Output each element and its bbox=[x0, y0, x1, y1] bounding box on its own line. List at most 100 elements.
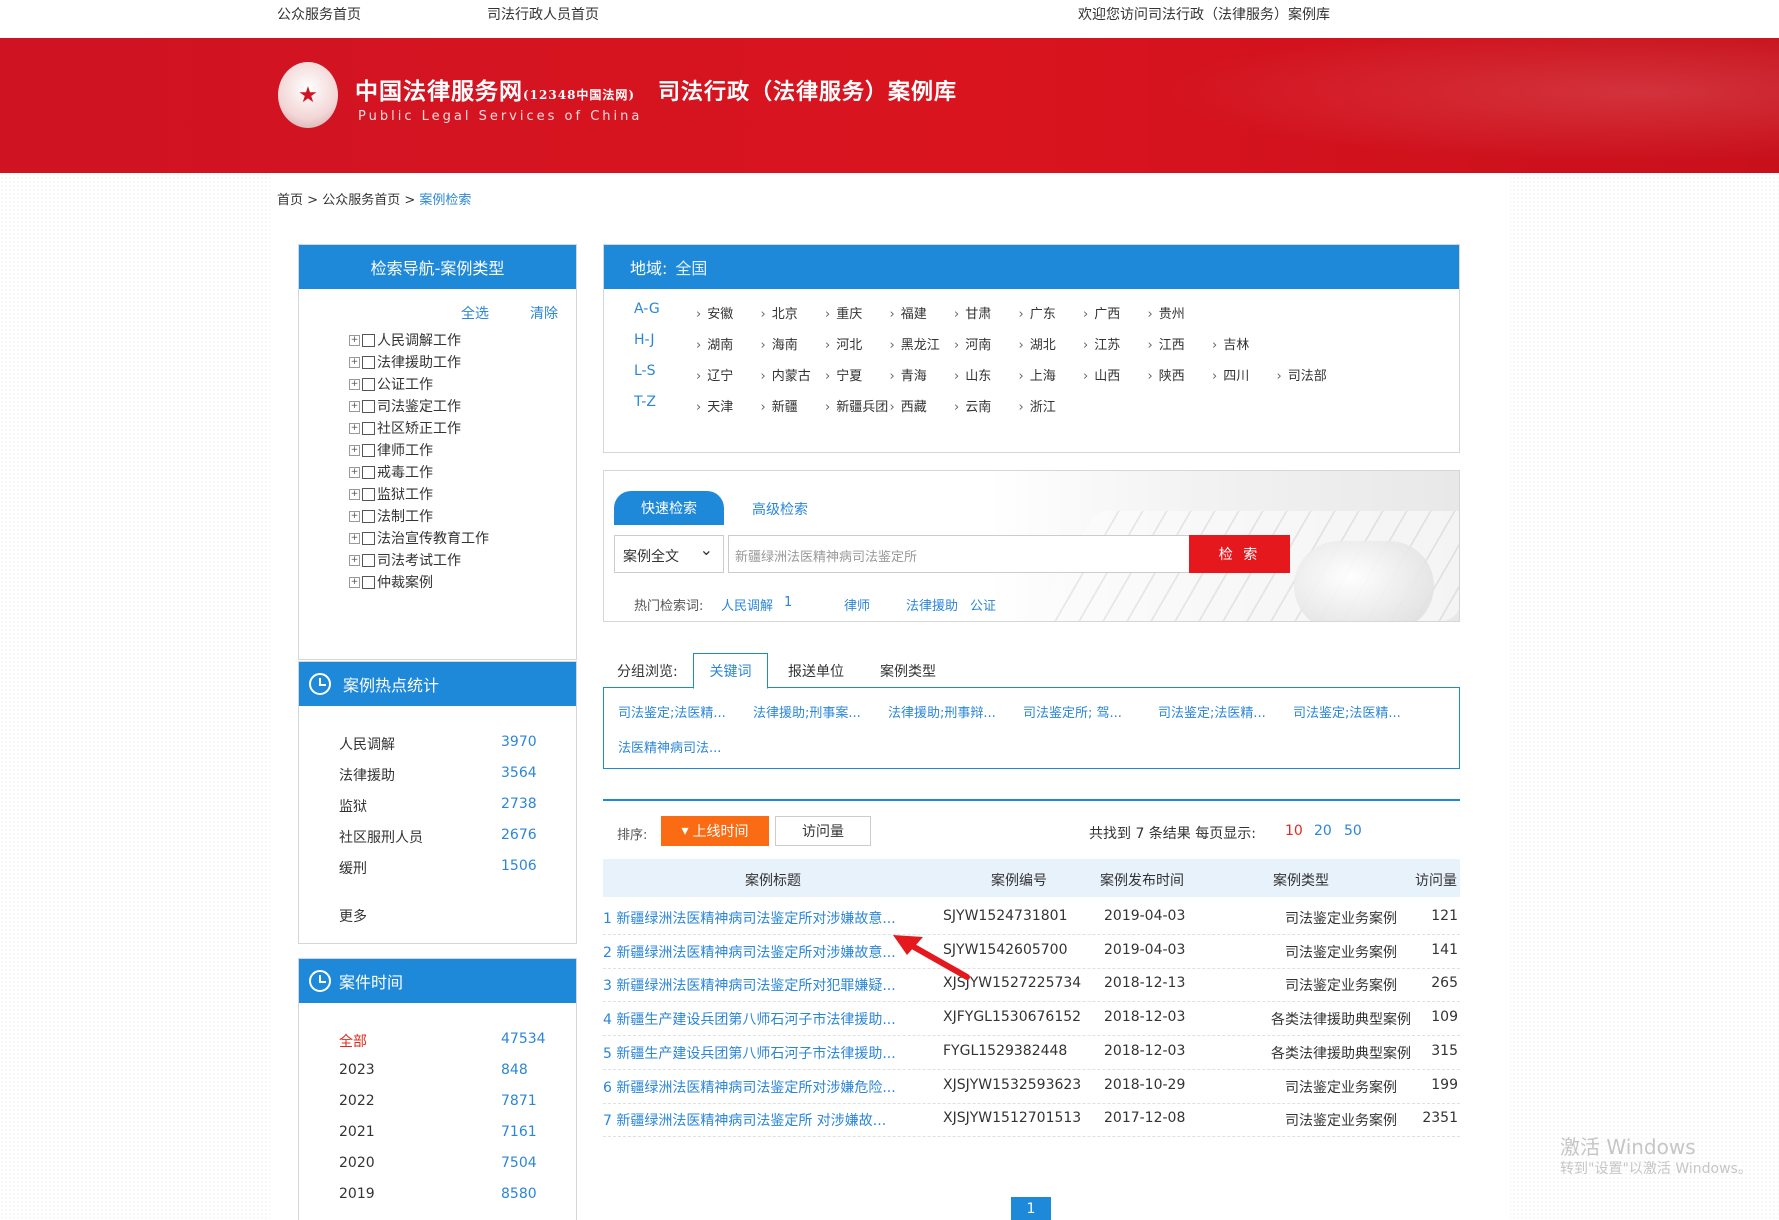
province-link[interactable]: 山西 bbox=[1083, 365, 1120, 384]
province-link[interactable]: 辽宁 bbox=[696, 365, 733, 384]
search-input[interactable]: 新疆绿洲法医精神病司法鉴定所 bbox=[728, 535, 1190, 573]
keyword-link[interactable]: 司法鉴定所; 驾... bbox=[1023, 702, 1122, 721]
tree-item[interactable]: + 仲裁案例 bbox=[349, 572, 433, 592]
tab-keywords[interactable]: 关键词 bbox=[693, 653, 768, 689]
checkbox[interactable] bbox=[362, 487, 375, 501]
tree-item[interactable]: + 法律援助工作 bbox=[349, 352, 461, 372]
province-link[interactable]: 安徽 bbox=[696, 303, 733, 322]
province-link[interactable]: 司法部 bbox=[1277, 365, 1327, 384]
checkbox[interactable] bbox=[362, 443, 375, 457]
expand-icon[interactable]: + bbox=[349, 334, 360, 346]
hot-term[interactable]: 公证 bbox=[970, 595, 996, 614]
site-logo[interactable]: 中国法律服务网(12348中国法网) bbox=[355, 72, 635, 106]
hot-stats-more[interactable]: 更多 bbox=[339, 906, 367, 926]
expand-icon[interactable]: + bbox=[349, 576, 360, 588]
region-group-label[interactable]: T-Z bbox=[634, 394, 656, 410]
keyword-link[interactable]: 法医精神病司法... bbox=[618, 737, 721, 756]
expand-icon[interactable]: + bbox=[349, 400, 360, 412]
province-link[interactable]: 湖南 bbox=[696, 334, 733, 353]
province-link[interactable]: 江西 bbox=[1148, 334, 1185, 353]
staff-home-link[interactable]: 司法行政人员首页 bbox=[487, 4, 599, 24]
province-link[interactable]: 天津 bbox=[696, 396, 733, 415]
hot-term[interactable]: 法律援助 bbox=[906, 595, 958, 614]
checkbox[interactable] bbox=[362, 531, 375, 545]
public-home-link[interactable]: 公众服务首页 bbox=[277, 4, 361, 24]
keyword-link[interactable]: 法律援助;刑事辩... bbox=[888, 702, 996, 721]
tree-item[interactable]: + 戒毒工作 bbox=[349, 462, 433, 482]
tree-item[interactable]: + 法治宣传教育工作 bbox=[349, 528, 489, 548]
province-link[interactable]: 上海 bbox=[1019, 365, 1056, 384]
expand-icon[interactable]: + bbox=[349, 532, 360, 544]
province-link[interactable]: 西藏 bbox=[890, 396, 927, 415]
checkbox[interactable] bbox=[362, 355, 375, 369]
per-page-20[interactable]: 20 bbox=[1314, 823, 1332, 839]
region-group-label[interactable]: A-G bbox=[634, 301, 660, 317]
expand-icon[interactable]: + bbox=[349, 554, 360, 566]
province-link[interactable]: 福建 bbox=[890, 303, 927, 322]
expand-icon[interactable]: + bbox=[349, 488, 360, 500]
keyword-link[interactable]: 司法鉴定;法医精... bbox=[1158, 702, 1266, 721]
checkbox[interactable] bbox=[362, 509, 375, 523]
tree-item[interactable]: + 司法鉴定工作 bbox=[349, 396, 461, 416]
select-all-button[interactable]: 全选 bbox=[461, 303, 489, 323]
expand-icon[interactable]: + bbox=[349, 466, 360, 478]
per-page-10[interactable]: 10 bbox=[1285, 823, 1303, 839]
region-group-label[interactable]: H-J bbox=[634, 332, 655, 348]
province-link[interactable]: 宁夏 bbox=[825, 365, 862, 384]
case-title-link[interactable]: 2 新疆绿洲法医精神病司法鉴定所对涉嫌故意... bbox=[603, 942, 896, 962]
checkbox[interactable] bbox=[362, 377, 375, 391]
province-link[interactable]: 河北 bbox=[825, 334, 862, 353]
tree-item[interactable]: + 律师工作 bbox=[349, 440, 433, 460]
province-link[interactable]: 甘肃 bbox=[954, 303, 991, 322]
region-group-label[interactable]: L-S bbox=[634, 363, 656, 379]
search-scope-select[interactable]: 案例全文 bbox=[614, 535, 724, 573]
clear-button[interactable]: 清除 bbox=[530, 303, 558, 323]
checkbox[interactable] bbox=[362, 553, 375, 567]
province-link[interactable]: 重庆 bbox=[825, 303, 862, 322]
hot-term[interactable]: 律师 bbox=[844, 595, 870, 614]
province-link[interactable]: 海南 bbox=[761, 334, 798, 353]
tab-quick-search[interactable]: 快速检索 bbox=[614, 491, 724, 525]
province-link[interactable]: 浙江 bbox=[1019, 396, 1056, 415]
hot-term[interactable]: 1 bbox=[784, 595, 792, 610]
province-link[interactable]: 青海 bbox=[890, 365, 927, 384]
province-link[interactable]: 四川 bbox=[1212, 365, 1249, 384]
case-title-link[interactable]: 7 新疆绿洲法医精神病司法鉴定所 对涉嫌故... bbox=[603, 1110, 886, 1130]
province-link[interactable]: 江苏 bbox=[1083, 334, 1120, 353]
province-link[interactable]: 广西 bbox=[1083, 303, 1120, 322]
province-link[interactable]: 云南 bbox=[954, 396, 991, 415]
breadcrumb-home[interactable]: 首页 bbox=[277, 193, 303, 208]
checkbox[interactable] bbox=[362, 421, 375, 435]
case-title-link[interactable]: 5 新疆生产建设兵团第八师石河子市法律援助... bbox=[603, 1043, 896, 1063]
tree-item[interactable]: + 司法考试工作 bbox=[349, 550, 461, 570]
tab-advanced-search[interactable]: 高级检索 bbox=[752, 499, 808, 519]
sort-by-visits-button[interactable]: 访问量 bbox=[775, 816, 871, 846]
province-link[interactable]: 广东 bbox=[1019, 303, 1056, 322]
province-link[interactable]: 新疆兵团 bbox=[825, 396, 888, 415]
per-page-50[interactable]: 50 bbox=[1344, 823, 1362, 839]
keyword-link[interactable]: 司法鉴定;法医精... bbox=[1293, 702, 1401, 721]
checkbox[interactable] bbox=[362, 333, 375, 347]
hot-term[interactable]: 人民调解 bbox=[721, 595, 773, 614]
province-link[interactable]: 河南 bbox=[954, 334, 991, 353]
tree-item[interactable]: + 公证工作 bbox=[349, 374, 433, 394]
keyword-link[interactable]: 司法鉴定;法医精... bbox=[618, 702, 726, 721]
province-link[interactable]: 陕西 bbox=[1148, 365, 1185, 384]
province-link[interactable]: 新疆 bbox=[761, 396, 798, 415]
expand-icon[interactable]: + bbox=[349, 444, 360, 456]
expand-icon[interactable]: + bbox=[349, 356, 360, 368]
page-1-button[interactable]: 1 bbox=[1011, 1197, 1051, 1220]
keyword-link[interactable]: 法律援助;刑事案... bbox=[753, 702, 861, 721]
province-link[interactable]: 山东 bbox=[954, 365, 991, 384]
checkbox[interactable] bbox=[362, 465, 375, 479]
case-title-link[interactable]: 4 新疆生产建设兵团第八师石河子市法律援助... bbox=[603, 1009, 896, 1029]
case-title-link[interactable]: 3 新疆绿洲法医精神病司法鉴定所对犯罪嫌疑... bbox=[603, 975, 896, 995]
province-link[interactable]: 黑龙江 bbox=[890, 334, 940, 353]
expand-icon[interactable]: + bbox=[349, 378, 360, 390]
search-button[interactable]: 检 索 bbox=[1189, 535, 1290, 573]
breadcrumb-public-home[interactable]: 公众服务首页 bbox=[322, 193, 400, 208]
expand-icon[interactable]: + bbox=[349, 510, 360, 522]
tree-item[interactable]: + 监狱工作 bbox=[349, 484, 433, 504]
province-link[interactable]: 内蒙古 bbox=[761, 365, 811, 384]
province-link[interactable]: 湖北 bbox=[1019, 334, 1056, 353]
